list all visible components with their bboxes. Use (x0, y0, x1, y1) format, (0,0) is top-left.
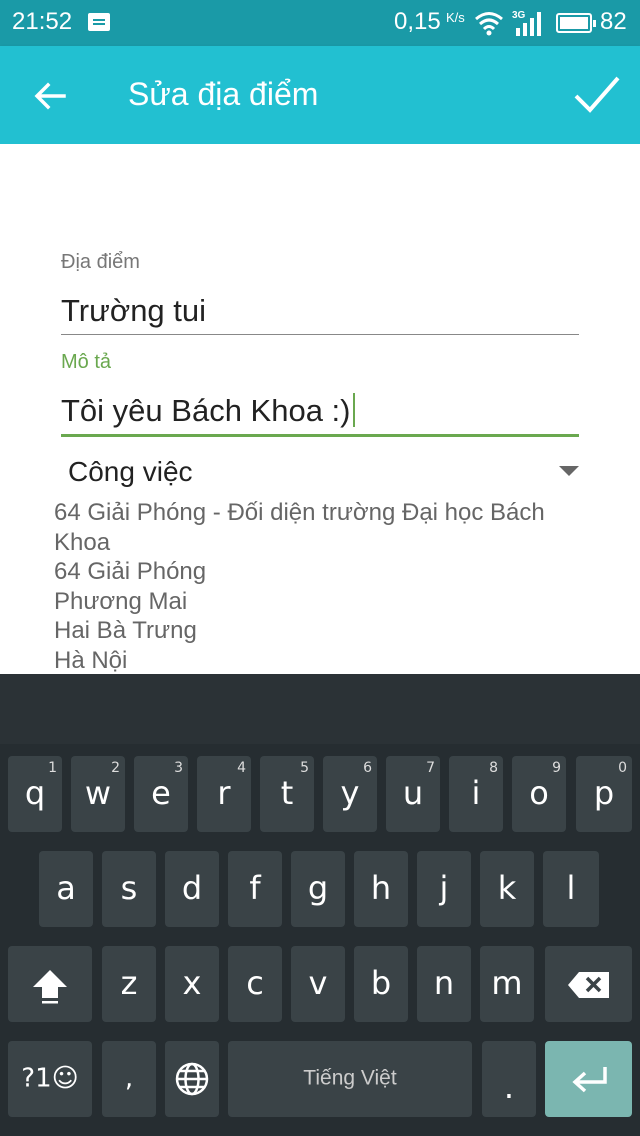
key-g[interactable]: g (291, 851, 345, 927)
key-m[interactable]: m (480, 946, 534, 1022)
key-b[interactable]: b (354, 946, 408, 1022)
address-line: Hai Bà Trưng (54, 617, 197, 644)
shift-key[interactable] (8, 946, 92, 1022)
backspace-key[interactable] (545, 946, 632, 1022)
key-d[interactable]: d (165, 851, 219, 927)
dropdown-arrow-icon[interactable] (559, 466, 579, 476)
enter-key[interactable] (545, 1041, 632, 1117)
key-j[interactable]: j (417, 851, 471, 927)
key-y[interactable]: y6 (323, 756, 377, 832)
keyboard-suggestion-strip (0, 674, 640, 744)
key-i[interactable]: i8 (449, 756, 503, 832)
address-line: Phương Mai (54, 587, 188, 615)
place-label: Địa điểm (61, 251, 140, 273)
signal-icon (516, 12, 541, 36)
place-input-underline (61, 334, 579, 335)
address-block: 64 Giải Phóng - Đối diện trường Đại học … (54, 498, 594, 675)
key-t[interactable]: t5 (260, 756, 314, 832)
wifi-icon (475, 12, 503, 36)
key-z[interactable]: z (102, 946, 156, 1022)
keyboard-notification-icon (88, 13, 110, 31)
symbols-key[interactable]: ?1☺ (8, 1041, 92, 1117)
key-c[interactable]: c (228, 946, 282, 1022)
key-n[interactable]: n (417, 946, 471, 1022)
battery-level: 82 (600, 8, 627, 35)
key-w[interactable]: w2 (71, 756, 125, 832)
period-key[interactable]: . (482, 1041, 536, 1117)
battery-icon (556, 13, 596, 33)
space-key[interactable]: Tiếng Việt (228, 1041, 472, 1117)
description-input-underline (61, 434, 579, 437)
key-p[interactable]: p0 (576, 756, 632, 832)
address-line: Hà Nội (54, 646, 128, 674)
network-speed: 0,15 (394, 8, 441, 35)
shift-icon (33, 970, 67, 1004)
key-s[interactable]: s (102, 851, 156, 927)
key-h[interactable]: h (354, 851, 408, 927)
description-value: Tôi yêu Bách Khoa :) (61, 393, 351, 428)
backspace-icon (568, 972, 609, 998)
status-time: 21:52 (12, 8, 73, 35)
globe-icon (175, 1062, 209, 1096)
key-x[interactable]: x (165, 946, 219, 1022)
key-q[interactable]: q1 (8, 756, 62, 832)
category-spinner[interactable]: Công việc (68, 456, 193, 488)
key-k[interactable]: k (480, 851, 534, 927)
address-line: 64 Giải Phóng (54, 558, 207, 585)
comma-key[interactable]: , (102, 1041, 156, 1117)
language-key[interactable] (165, 1041, 219, 1117)
place-input[interactable]: Trường tui (61, 293, 206, 329)
status-bar: 21:52 0,15 K/s 3G 82 (0, 0, 640, 46)
app-bar: Sửa địa điểm (0, 46, 640, 144)
key-l[interactable]: l (543, 851, 599, 927)
key-v[interactable]: v (291, 946, 345, 1022)
key-r[interactable]: r4 (197, 756, 251, 832)
arrow-left-icon[interactable] (28, 74, 72, 118)
description-label: Mô tả (61, 351, 112, 373)
edit-place-form: Địa điểm Trường tui Mô tả Tôi yêu Bách K… (0, 144, 640, 674)
enter-icon (572, 1067, 607, 1093)
text-cursor (352, 393, 355, 427)
key-o[interactable]: o9 (512, 756, 566, 832)
check-icon[interactable] (570, 70, 624, 120)
address-line: 64 Giải Phóng - Đối diện trường Đại học … (54, 499, 545, 526)
key-e[interactable]: e3 (134, 756, 188, 832)
page-title: Sửa địa điểm (128, 76, 319, 112)
description-input[interactable]: Tôi yêu Bách Khoa :) (61, 393, 355, 429)
key-f[interactable]: f (228, 851, 282, 927)
network-speed-unit: K/s (446, 10, 465, 25)
key-a[interactable]: a (39, 851, 93, 927)
keyboard: q1 w2 e3 r4 t5 y6 u7 i8 o9 p0 a s d f g … (0, 744, 640, 1136)
key-u[interactable]: u7 (386, 756, 440, 832)
address-line: Khoa (54, 528, 111, 556)
